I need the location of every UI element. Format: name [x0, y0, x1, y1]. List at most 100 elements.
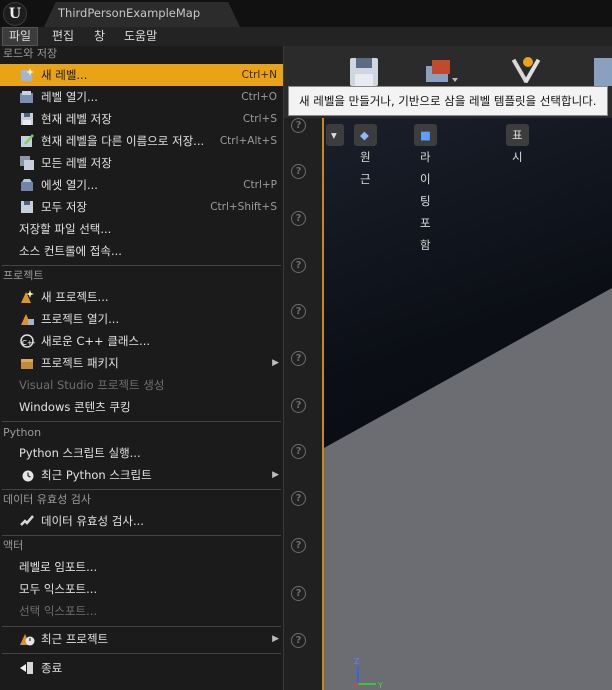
menu-item-validate-data[interactable]: 데이터 유효성 검사...	[0, 510, 283, 532]
menu-item-label: 프로젝트 패키지	[41, 356, 119, 370]
menu-separator	[2, 265, 281, 266]
help-icon[interactable]: ?	[291, 538, 306, 553]
submenu-arrow-icon: ▶	[272, 358, 279, 368]
menu-item-open-project[interactable]: 프로젝트 열기...	[0, 308, 283, 330]
document-tab-label: ThirdPersonExampleMap	[58, 6, 201, 20]
menu-item-open-asset[interactable]: 에셋 열기... Ctrl+P	[0, 174, 283, 196]
help-icon[interactable]: ?	[291, 351, 306, 366]
package-icon	[21, 359, 33, 369]
menu-item-choose-files-to-save[interactable]: 저장할 파일 선택...	[0, 218, 283, 240]
menu-item-label: 에셋 열기...	[41, 178, 98, 192]
help-icon[interactable]: ?	[291, 586, 306, 601]
menu-item-label: 현재 레벨을 다른 이름으로 저장...	[41, 134, 205, 148]
menu-help[interactable]: 도움말	[118, 27, 163, 46]
menu-item-exit[interactable]: 종료	[0, 657, 283, 679]
help-icon[interactable]: ?	[291, 118, 306, 133]
perspective-label: 원근	[360, 150, 371, 186]
help-icon[interactable]: ?	[291, 633, 306, 648]
menu-item-save-current-level[interactable]: 현재 레벨 저장 Ctrl+S	[0, 108, 283, 130]
menu-item-recent-python-scripts[interactable]: 최근 Python 스크립트 ▶	[0, 464, 283, 486]
title-bar: U ThirdPersonExampleMap	[0, 0, 612, 27]
recent-icon	[22, 470, 34, 482]
submenu-arrow-icon: ▶	[272, 470, 279, 480]
menu-item-connect-source-control[interactable]: 소스 컨트롤에 접속...	[0, 240, 283, 262]
new-level-icon	[21, 68, 34, 81]
menu-separator	[2, 626, 281, 627]
chevron-down-icon: ▾	[331, 128, 337, 142]
menu-item-open-level[interactable]: 레벨 열기... Ctrl+O	[0, 86, 283, 108]
menu-item-label: 종료	[41, 661, 63, 675]
menu-item-label: 현재 레벨 저장	[41, 112, 112, 126]
axis-z-label: Z	[354, 657, 360, 666]
lit-icon: ■	[420, 128, 431, 142]
axis-y-label: Y	[377, 681, 383, 690]
menu-separator	[2, 535, 281, 536]
menu-bar: 파일 편집 창 도움말	[0, 27, 612, 46]
menu-item-new-cpp-class[interactable]: C++ 새로운 C++ 클래스...	[0, 330, 283, 352]
menu-item-label: 저장할 파일 선택...	[19, 222, 112, 236]
menu-item-package-project[interactable]: 프로젝트 패키지 ▶	[0, 352, 283, 374]
section-project: 프로젝트	[3, 269, 44, 282]
svg-text:C++: C++	[22, 339, 35, 347]
menu-file[interactable]: 파일	[2, 27, 39, 46]
shortcut-label: Ctrl+O	[241, 91, 277, 103]
viewport-options-dropdown[interactable]: ▾	[326, 124, 344, 146]
shortcut-label: Ctrl+Alt+S	[219, 135, 277, 147]
menu-item-label: 모두 익스포트...	[19, 582, 98, 596]
validation-icon	[20, 515, 34, 526]
menu-item-label: 최근 Python 스크립트	[41, 468, 152, 482]
section-python: Python	[3, 426, 42, 439]
help-icon[interactable]: ?	[291, 398, 306, 413]
recent-projects-icon	[20, 634, 35, 646]
menu-edit[interactable]: 편집	[46, 27, 80, 46]
menu-item-export-all[interactable]: 모두 익스포트...	[0, 578, 283, 600]
menu-separator	[2, 653, 281, 654]
save-all-levels-icon	[20, 156, 34, 170]
save-as-icon	[21, 134, 34, 147]
scene-view[interactable]	[324, 118, 612, 690]
menu-separator	[2, 489, 281, 490]
new-level-tooltip: 새 레벨을 만들거나, 기반으로 삼을 레벨 템플릿을 선택합니다.	[288, 86, 608, 116]
show-button[interactable]: 표시	[506, 124, 529, 164]
menu-item-run-python-script[interactable]: Python 스크립트 실행...	[0, 442, 283, 464]
help-icon[interactable]: ?	[291, 444, 306, 459]
menu-item-recent-projects[interactable]: 최근 프로젝트 ▶	[0, 628, 283, 650]
menu-item-save-all-levels[interactable]: 모든 레벨 저장	[0, 152, 283, 174]
section-actor: 액터	[3, 539, 24, 552]
shortcut-label: Ctrl+P	[243, 179, 277, 191]
show-label: 표시	[512, 128, 523, 164]
lit-button[interactable]: ■ 라이팅포함	[414, 124, 437, 252]
save-icon	[21, 113, 33, 125]
menu-item-label: 새 프로젝트...	[41, 290, 109, 304]
menu-window[interactable]: 창	[88, 27, 111, 46]
menu-item-cook-windows[interactable]: Windows 콘텐츠 쿠킹	[0, 396, 283, 418]
unreal-logo-icon[interactable]: U	[3, 2, 27, 26]
menu-item-save-all[interactable]: 모두 저장 Ctrl+Shift+S	[0, 196, 283, 218]
menu-item-label: 데이터 유효성 검사...	[41, 514, 144, 528]
menu-item-new-project[interactable]: 새 프로젝트...	[0, 286, 283, 308]
level-viewport[interactable]: ▾ ◆ 원근 ■ 라이팅포함 표시 ? ? ? ? ? ? ? ? ? ? ? …	[284, 46, 612, 690]
menu-item-new-level[interactable]: 새 레벨... Ctrl+N	[0, 64, 283, 86]
help-icon[interactable]: ?	[291, 258, 306, 273]
menu-item-label: Python 스크립트 실행...	[19, 446, 141, 460]
submenu-arrow-icon: ▶	[272, 634, 279, 644]
lit-label: 라이팅포함	[420, 150, 431, 252]
help-icon[interactable]: ?	[291, 491, 306, 506]
help-icon[interactable]: ?	[291, 211, 306, 226]
menu-item-label: 소스 컨트롤에 접속...	[19, 244, 122, 258]
perspective-button[interactable]: ◆ 원근	[354, 124, 377, 186]
open-level-icon	[20, 91, 33, 103]
cpp-class-icon: C++	[20, 334, 35, 348]
perspective-icon: ◆	[360, 128, 369, 142]
menu-item-label: Visual Studio 프로젝트 생성	[19, 378, 165, 392]
viewport-border	[322, 118, 324, 690]
shortcut-label: Ctrl+S	[242, 113, 277, 125]
open-asset-icon	[21, 179, 33, 191]
section-data-validation: 데이터 유효성 검사	[3, 493, 91, 506]
help-icon[interactable]: ?	[291, 304, 306, 319]
menu-item-label: 최근 프로젝트	[41, 632, 109, 646]
help-icon[interactable]: ?	[291, 164, 306, 179]
menu-separator	[2, 421, 281, 422]
menu-item-import-to-level[interactable]: 레벨로 임포트...	[0, 556, 283, 578]
menu-item-save-level-as[interactable]: 현재 레벨을 다른 이름으로 저장... Ctrl+Alt+S	[0, 130, 283, 152]
